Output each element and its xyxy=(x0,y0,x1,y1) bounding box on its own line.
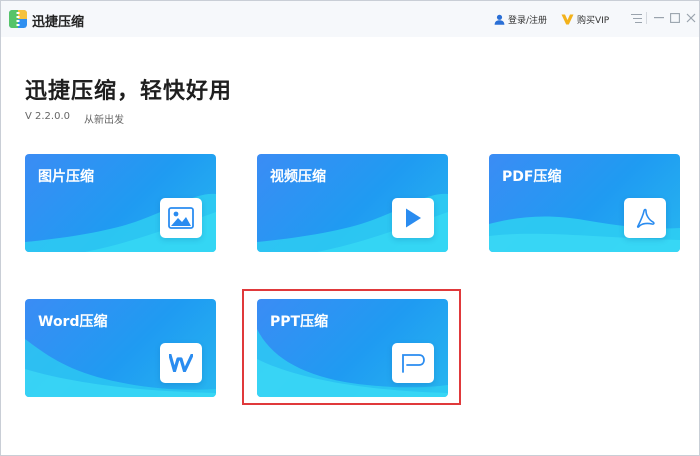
title-bar: 迅捷压缩 登录/注册 购买VIP xyxy=(1,1,699,37)
app-window: 迅捷压缩 登录/注册 购买VIP 迅捷压缩，轻快好用 V 2.2.0.0 从新出… xyxy=(0,0,700,456)
buy-vip-button[interactable]: 购买VIP xyxy=(561,13,609,26)
image-icon xyxy=(160,198,202,238)
card-label: PDF压缩 xyxy=(502,169,562,185)
word-icon xyxy=(160,343,202,383)
maximize-icon[interactable] xyxy=(667,10,683,26)
ppt-compress-card[interactable]: PPT压缩 xyxy=(257,299,448,397)
card-label: Word压缩 xyxy=(38,314,108,330)
pdf-compress-card[interactable]: PDF压缩 xyxy=(489,154,680,252)
minimize-icon[interactable] xyxy=(651,10,667,26)
login-label: 登录/注册 xyxy=(508,16,548,26)
menu-icon[interactable] xyxy=(628,10,644,26)
app-title: 迅捷压缩 xyxy=(32,15,85,30)
pdf-icon xyxy=(624,198,666,238)
page-title: 迅捷压缩，轻快好用 xyxy=(25,79,233,104)
login-button[interactable]: 登录/注册 xyxy=(494,13,547,26)
user-icon xyxy=(494,14,505,25)
card-label: 视频压缩 xyxy=(270,169,326,185)
version-line: V 2.2.0.0 从新出发 xyxy=(25,111,124,126)
close-icon[interactable] xyxy=(683,10,699,26)
word-compress-card[interactable]: Word压缩 xyxy=(25,299,216,397)
card-label: PPT压缩 xyxy=(270,314,329,330)
card-label: 图片压缩 xyxy=(38,169,94,185)
version-text: V 2.2.0.0 xyxy=(25,111,71,122)
slogan-text: 从新出发 xyxy=(84,115,125,126)
image-compress-card[interactable]: 图片压缩 xyxy=(25,154,216,252)
ppt-icon xyxy=(392,343,434,383)
video-compress-card[interactable]: 视频压缩 xyxy=(257,154,448,252)
play-icon xyxy=(392,198,434,238)
divider xyxy=(646,12,647,24)
app-logo-icon xyxy=(9,10,27,28)
vip-icon xyxy=(561,14,574,25)
vip-label: 购买VIP xyxy=(577,16,610,26)
